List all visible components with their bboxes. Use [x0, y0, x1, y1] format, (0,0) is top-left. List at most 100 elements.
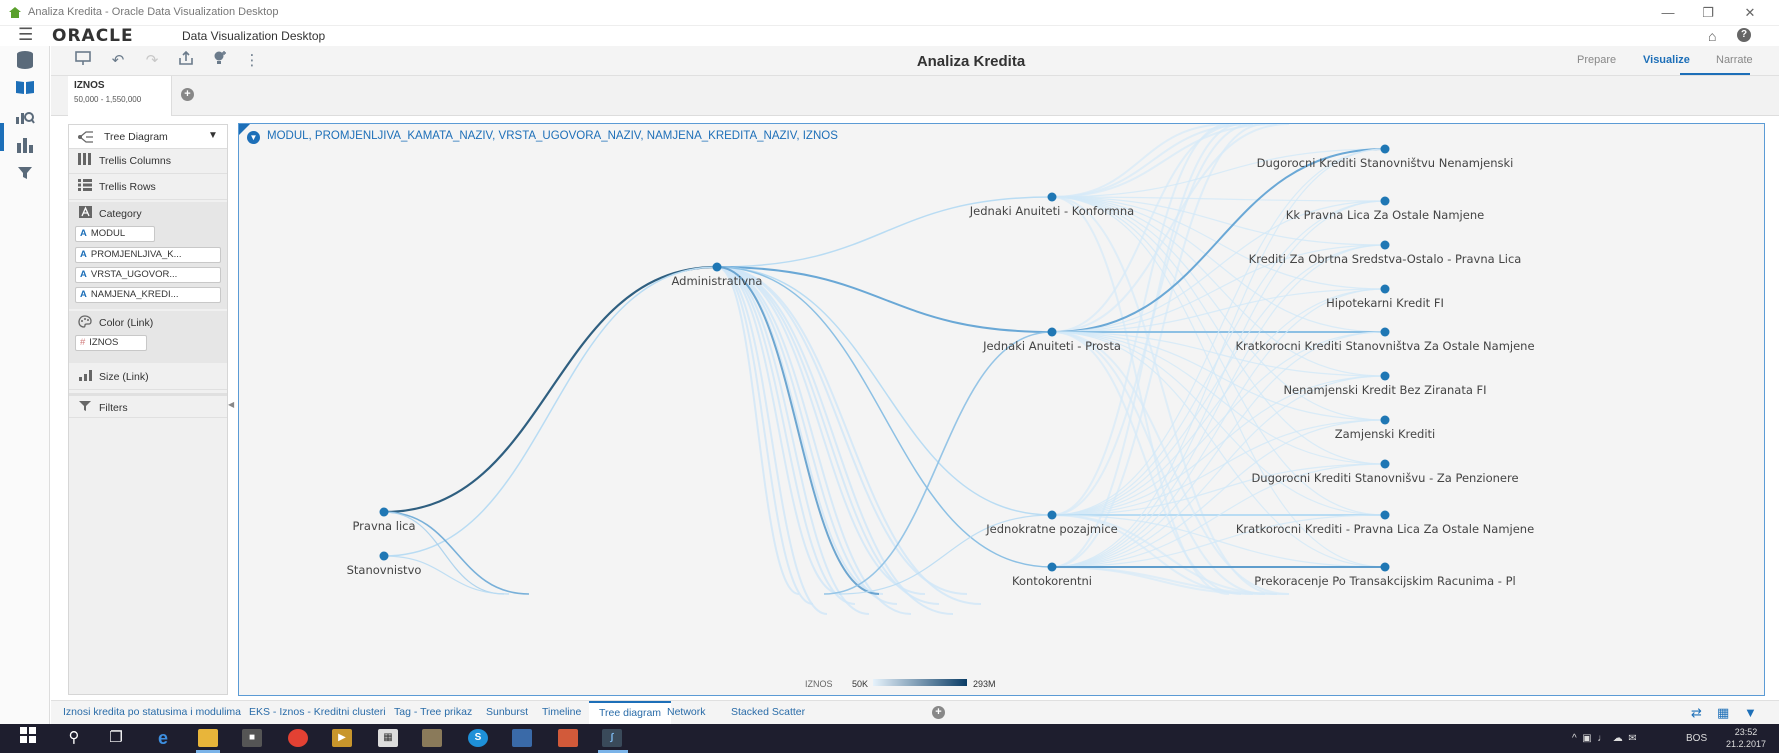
home-icon[interactable]: ⌂	[1708, 28, 1716, 44]
tree-link-faint[interactable]	[716, 266, 954, 615]
tree-link-faint[interactable]	[716, 266, 842, 595]
close-window-button[interactable]: ✕	[1732, 2, 1768, 24]
category-pill-promjenljiva[interactable]: A PROMJENLJIVA_K...	[75, 247, 221, 263]
color-link-section[interactable]: Color (Link) # IZNOS	[69, 311, 227, 363]
tree-node[interactable]	[1380, 144, 1390, 154]
canvas-tab[interactable]: Iznosi kredita po statusima i modulima	[61, 701, 243, 724]
trellis-rows-row[interactable]: Trellis Rows	[69, 175, 227, 200]
tree-node-label: Kk Pravna Lica Za Ostale Namjene	[1286, 208, 1484, 222]
category-pill-vrsta-ugovora[interactable]: A VRSTA_UGOVOR...	[75, 267, 221, 283]
undo-icon[interactable]: ↶	[107, 50, 129, 72]
filters-row[interactable]: Filters	[69, 393, 227, 418]
tree-link-faint[interactable]	[1051, 124, 1254, 198]
media-player-icon[interactable]: ▶	[332, 729, 352, 747]
tree-link-faint[interactable]	[716, 266, 800, 595]
insights-bulb-icon[interactable]	[209, 50, 231, 72]
refresh-icon[interactable]: ⇄	[1691, 705, 1702, 721]
tree-link[interactable]	[1051, 419, 1386, 568]
dv-desktop-icon[interactable]: ∫	[602, 729, 622, 747]
virtualbox-icon[interactable]	[512, 729, 532, 747]
tree-node[interactable]	[1380, 240, 1390, 250]
input-language[interactable]: BOS	[1686, 733, 1707, 744]
tree-node[interactable]	[1380, 459, 1390, 469]
tree-node[interactable]	[1380, 510, 1390, 520]
category-section[interactable]: Category A MODUL A PROMJENLJIVA_K... A VRST…	[69, 202, 227, 309]
file-explorer-icon[interactable]	[198, 729, 218, 747]
camera-icon[interactable]	[422, 729, 442, 747]
store-icon[interactable]: ■	[242, 729, 262, 747]
viz-canvas[interactable]: ▼ MODUL, PROMJENLJIVA_KAMATA_NAZIV, VRST…	[238, 123, 1765, 696]
windows-start-icon[interactable]	[16, 727, 40, 749]
data-sources-icon[interactable]	[12, 50, 38, 74]
analytics-icon[interactable]	[12, 108, 38, 132]
add-filter-icon[interactable]: +	[181, 88, 194, 101]
canvas-tab[interactable]: Network	[665, 701, 708, 724]
tab-narrate[interactable]: Narrate	[1716, 54, 1753, 66]
trellis-columns-row[interactable]: Trellis Columns	[69, 149, 227, 174]
tree-node-label: Prekoracenje Po Transakcijskim Racunima …	[1254, 574, 1515, 588]
tree-node[interactable]	[1380, 327, 1390, 337]
tree-node[interactable]	[1380, 415, 1390, 425]
tree-node[interactable]	[379, 507, 389, 517]
category-pill-namjena-kredita[interactable]: A NAMJENA_KREDI...	[75, 287, 221, 303]
tree-node[interactable]	[1047, 510, 1057, 520]
chevron-down-icon[interactable]: ▼	[208, 130, 218, 141]
color-pill-iznos[interactable]: # IZNOS	[75, 335, 147, 351]
tab-prepare[interactable]: Prepare	[1577, 54, 1616, 66]
filter-funnel-icon[interactable]	[12, 164, 38, 188]
edge-browser-icon[interactable]: e	[153, 729, 173, 747]
canvas-tab[interactable]: Tree diagram	[589, 701, 672, 724]
tree-node[interactable]	[1047, 327, 1057, 337]
more-options-icon[interactable]: ⋮	[241, 50, 263, 72]
size-link-row[interactable]: Size (Link)	[69, 365, 227, 390]
help-icon[interactable]: ?	[1737, 28, 1751, 42]
tree-node[interactable]	[1380, 371, 1390, 381]
tree-link[interactable]	[383, 265, 718, 514]
tree-link-faint[interactable]	[1051, 124, 1278, 198]
filter-count-icon[interactable]: ▼	[1744, 705, 1757, 720]
windows-taskbar: ⚲ ❐ e ■ ▶ ▦ S ∫ ^ ▣ ♩ ☁ ✉ BOS 23:52 21.2…	[0, 724, 1779, 753]
tree-node[interactable]	[1380, 196, 1390, 206]
system-tray-icons[interactable]: ^ ▣ ♩ ☁ ✉	[1572, 733, 1637, 744]
tree-link-faint[interactable]	[1051, 124, 1230, 198]
tree-node-label: Kratkorocni Krediti - Pravna Lica Za Ost…	[1236, 522, 1534, 536]
canvas-tab[interactable]: Sunburst	[484, 701, 530, 724]
powerpoint-icon[interactable]	[558, 729, 578, 747]
export-icon[interactable]	[175, 50, 197, 72]
category-pill-modul[interactable]: A MODUL	[75, 226, 155, 242]
tree-link[interactable]	[383, 266, 718, 557]
viz-type-selector[interactable]: Tree Diagram ▼	[69, 125, 227, 149]
skype-icon[interactable]: S	[468, 729, 488, 747]
clock[interactable]: 23:52 21.2.2017	[1718, 726, 1774, 750]
search-icon[interactable]: ⚲	[62, 727, 86, 749]
calculator-icon[interactable]: ▦	[378, 729, 398, 747]
tree-node[interactable]	[1047, 192, 1057, 202]
collapse-panel-icon[interactable]: ◀	[228, 400, 234, 409]
task-view-icon[interactable]: ❐	[104, 727, 128, 749]
canvas-tab[interactable]: Timeline	[540, 701, 583, 724]
add-canvas-icon[interactable]: +	[932, 706, 945, 719]
tree-node[interactable]	[712, 262, 722, 272]
tree-link[interactable]	[716, 266, 1053, 516]
tree-node[interactable]	[1380, 562, 1390, 572]
tree-node[interactable]	[1047, 562, 1057, 572]
minimize-button[interactable]: —	[1650, 2, 1686, 24]
bar-chart-icon[interactable]	[12, 136, 38, 160]
canvas-tab[interactable]: Tag - Tree prikaz	[392, 701, 474, 724]
tree-node[interactable]	[379, 551, 389, 561]
chrome-icon[interactable]	[288, 729, 308, 747]
tree-link[interactable]	[1051, 244, 1386, 568]
tree-link-faint[interactable]	[1051, 124, 1230, 516]
tree-diagram[interactable]: Pravna lica Stanovnistvo Administrativna Je…	[239, 124, 1766, 697]
tree-node[interactable]	[1380, 284, 1390, 294]
data-action-icon[interactable]: ▦	[1717, 705, 1729, 721]
tab-visualize[interactable]: Visualize	[1643, 54, 1690, 66]
presentation-icon[interactable]	[72, 50, 94, 72]
restore-button[interactable]: ❐	[1690, 2, 1726, 24]
redo-icon[interactable]: ↷	[141, 50, 163, 72]
visualize-book-icon[interactable]	[12, 78, 38, 102]
filter-chip-iznos[interactable]: IZNOS 50,000 - 1,550,000	[68, 76, 172, 116]
hamburger-menu-icon[interactable]: ☰	[18, 26, 38, 46]
canvas-tab[interactable]: EKS - Iznos - Kreditni clusteri	[247, 701, 388, 724]
canvas-tab[interactable]: Stacked Scatter	[729, 701, 807, 724]
